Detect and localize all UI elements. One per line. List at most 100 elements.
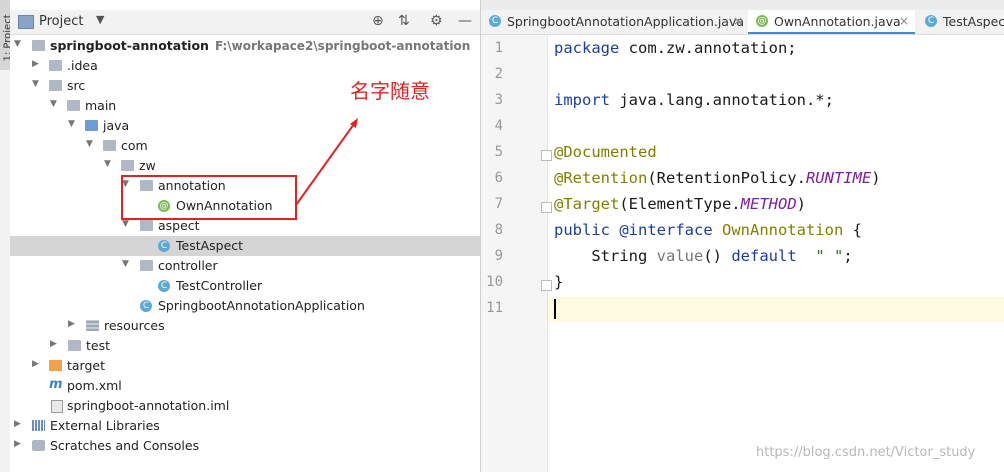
scratches-icon <box>32 440 45 451</box>
collapse-arrow-icon[interactable]: ▶ <box>14 419 21 429</box>
fold-marker-icon[interactable] <box>541 280 552 291</box>
collapse-arrow-icon[interactable]: ▶ <box>68 319 75 329</box>
tab-testaspect[interactable]: C TestAspect <box>917 10 1004 34</box>
excluded-folder-icon <box>49 360 62 371</box>
tree-row-test[interactable]: ▶ test <box>10 336 480 356</box>
tree-label: springboot-annotation.iml <box>67 398 230 413</box>
line-number: 7 <box>494 196 503 212</box>
collapse-arrow-icon[interactable]: ▶ <box>14 439 21 449</box>
tree-row-idea[interactable]: ▶ .idea <box>10 56 480 76</box>
current-line-highlight <box>481 297 1004 322</box>
code-line-9[interactable]: String value() default " "; <box>554 247 853 265</box>
code-text: java.lang.annotation.*; <box>610 91 834 109</box>
project-panel: Project ▼ ⊕ ⇅ ⚙ — ▼ springboot-annotatio… <box>10 0 481 472</box>
expand-arrow-icon[interactable]: ▼ <box>122 219 129 229</box>
expand-arrow-icon[interactable]: ▼ <box>32 79 39 89</box>
code-method: value <box>656 247 704 265</box>
expand-arrow-icon[interactable]: ▼ <box>122 259 129 269</box>
code-line-5[interactable]: @Documented <box>554 143 657 161</box>
iml-file-icon <box>51 400 63 413</box>
package-icon <box>140 220 153 231</box>
tab-ownannotation[interactable]: @ OwnAnnotation.java × <box>748 10 915 34</box>
tab-label: OwnAnnotation.java <box>774 14 901 29</box>
tab-label: SpringbootAnnotationApplication.java <box>507 14 745 29</box>
tree-row-springboot-annotation[interactable]: ▼ springboot-annotation F:\workapace2\spr… <box>10 36 480 56</box>
expand-arrow-icon[interactable]: ▼ <box>14 39 21 49</box>
code-line-6[interactable]: @Retention(RetentionPolicy.RUNTIME) <box>554 169 881 187</box>
expand-arrow-icon[interactable]: ▼ <box>104 159 111 169</box>
tree-row-pom[interactable]: m pom.xml <box>10 376 480 396</box>
code-line-10[interactable]: } <box>554 273 563 291</box>
tree-row-controller[interactable]: ▼ controller <box>10 256 480 276</box>
tree-row-target[interactable]: ▶ target <box>10 356 480 376</box>
code-annotation: @Documented <box>554 143 657 161</box>
code-text: (RetentionPolicy. <box>647 169 806 187</box>
chevron-down-icon[interactable]: ▼ <box>96 13 104 26</box>
expand-arrow-icon[interactable]: ▼ <box>86 139 93 149</box>
collapse-all-icon[interactable]: ⇅ <box>398 13 410 29</box>
code-text: (ElementType. <box>619 195 741 213</box>
folder-icon <box>49 60 62 71</box>
expand-arrow-icon[interactable]: ▼ <box>50 99 57 109</box>
tree-label: main <box>85 98 117 113</box>
tree-label: TestController <box>176 278 263 293</box>
code-identifier: OwnAnnotation <box>712 221 844 239</box>
code-text: ; <box>843 247 853 265</box>
code-text: } <box>554 273 564 291</box>
fold-marker-icon[interactable] <box>541 202 552 213</box>
fold-marker-icon[interactable] <box>541 150 552 161</box>
package-icon <box>140 260 153 271</box>
locate-icon[interactable]: ⊕ <box>372 13 384 29</box>
expand-arrow-icon[interactable]: ▼ <box>68 119 75 129</box>
code-line-3[interactable]: import java.lang.annotation.*; <box>554 91 834 109</box>
line-number: 11 <box>486 300 503 316</box>
tree-row-zw[interactable]: ▼ zw <box>10 156 480 176</box>
folder-icon <box>68 340 81 351</box>
tab-label: TestAspect <box>943 14 1004 29</box>
code-constant: METHOD <box>740 195 797 213</box>
project-tool-tab[interactable]: 1: Project <box>0 0 14 70</box>
line-number: 2 <box>494 66 503 82</box>
collapse-arrow-icon[interactable]: ▶ <box>32 59 39 69</box>
package-icon <box>103 140 116 151</box>
code-text: com.zw.annotation; <box>619 39 797 57</box>
code-line-7[interactable]: @Target(ElementType.METHOD) <box>554 195 806 213</box>
editor-tabs: C SpringbootAnnotationApplication.java ×… <box>481 10 1004 35</box>
class-icon: C <box>489 15 501 27</box>
line-number: 10 <box>486 274 503 290</box>
tree-label: com <box>121 138 148 153</box>
tree-row-springbootannotationapplication[interactable]: C SpringbootAnnotationApplication <box>10 296 480 316</box>
project-view-title[interactable]: Project <box>39 14 83 29</box>
line-number: 4 <box>494 118 503 134</box>
tree-row-com[interactable]: ▼ com <box>10 136 480 156</box>
tab-springboot-application[interactable]: C SpringbootAnnotationApplication.java × <box>481 10 747 34</box>
source-folder-icon <box>85 120 98 131</box>
minimize-icon[interactable]: — <box>458 13 472 29</box>
line-number: 8 <box>494 222 503 238</box>
gear-icon[interactable]: ⚙ <box>430 13 443 29</box>
tree-label: test <box>86 338 111 353</box>
code-line-1[interactable]: package com.zw.annotation; <box>554 39 797 57</box>
code-annotation: @Retention <box>554 169 648 187</box>
tree-row-iml[interactable]: springboot-annotation.iml <box>10 396 480 416</box>
close-icon[interactable]: × <box>733 14 743 28</box>
class-icon: C <box>158 240 170 252</box>
tree-row-scratches[interactable]: ▶ Scratches and Consoles <box>10 436 480 456</box>
code-text: { <box>843 221 862 239</box>
tree-row-java[interactable]: ▼ java <box>10 116 480 136</box>
code-text: ) <box>871 169 881 187</box>
package-icon <box>121 160 134 171</box>
code-line-8[interactable]: public @interface OwnAnnotation { <box>554 221 862 239</box>
class-icon: C <box>158 280 170 292</box>
tree-row-external-libraries[interactable]: ▶ External Libraries <box>10 416 480 436</box>
highlight-box <box>121 175 297 220</box>
tree-label: .idea <box>67 58 98 73</box>
tree-row-testaspect[interactable]: C TestAspect <box>10 236 480 256</box>
close-icon[interactable]: × <box>899 14 909 28</box>
collapse-arrow-icon[interactable]: ▶ <box>50 339 57 349</box>
tree-row-testcontroller[interactable]: C TestController <box>10 276 480 296</box>
tree-label: resources <box>104 318 165 333</box>
tree-row-resources[interactable]: ▶ resources <box>10 316 480 336</box>
code-keyword: package <box>554 39 620 57</box>
collapse-arrow-icon[interactable]: ▶ <box>32 359 39 369</box>
